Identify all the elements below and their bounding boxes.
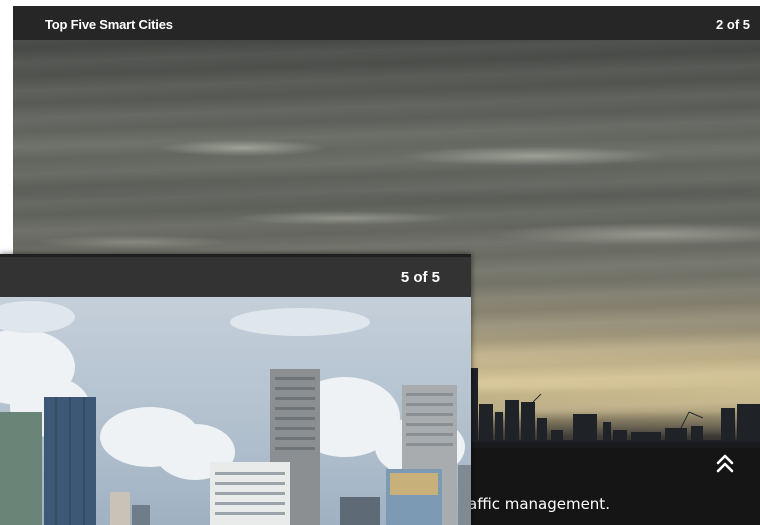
slide-counter: 5 of 5 (400, 269, 440, 286)
slide-caption: affic management. (468, 495, 610, 513)
slide-header: Top Five Smart Cities 2 of 5 (13, 6, 760, 40)
slide-header: 5 of 5 (0, 254, 471, 297)
city-skyline-photo (0, 301, 471, 525)
gallery-stage: Top Five Smart Cities 2 of 5 affic manag… (0, 0, 760, 525)
slide-counter: 2 of 5 (716, 17, 750, 32)
double-chevron-up-icon[interactable] (713, 451, 737, 475)
slide-5-city-towers[interactable]: 5 of 5 (0, 254, 471, 525)
gallery-title: Top Five Smart Cities (45, 17, 173, 32)
